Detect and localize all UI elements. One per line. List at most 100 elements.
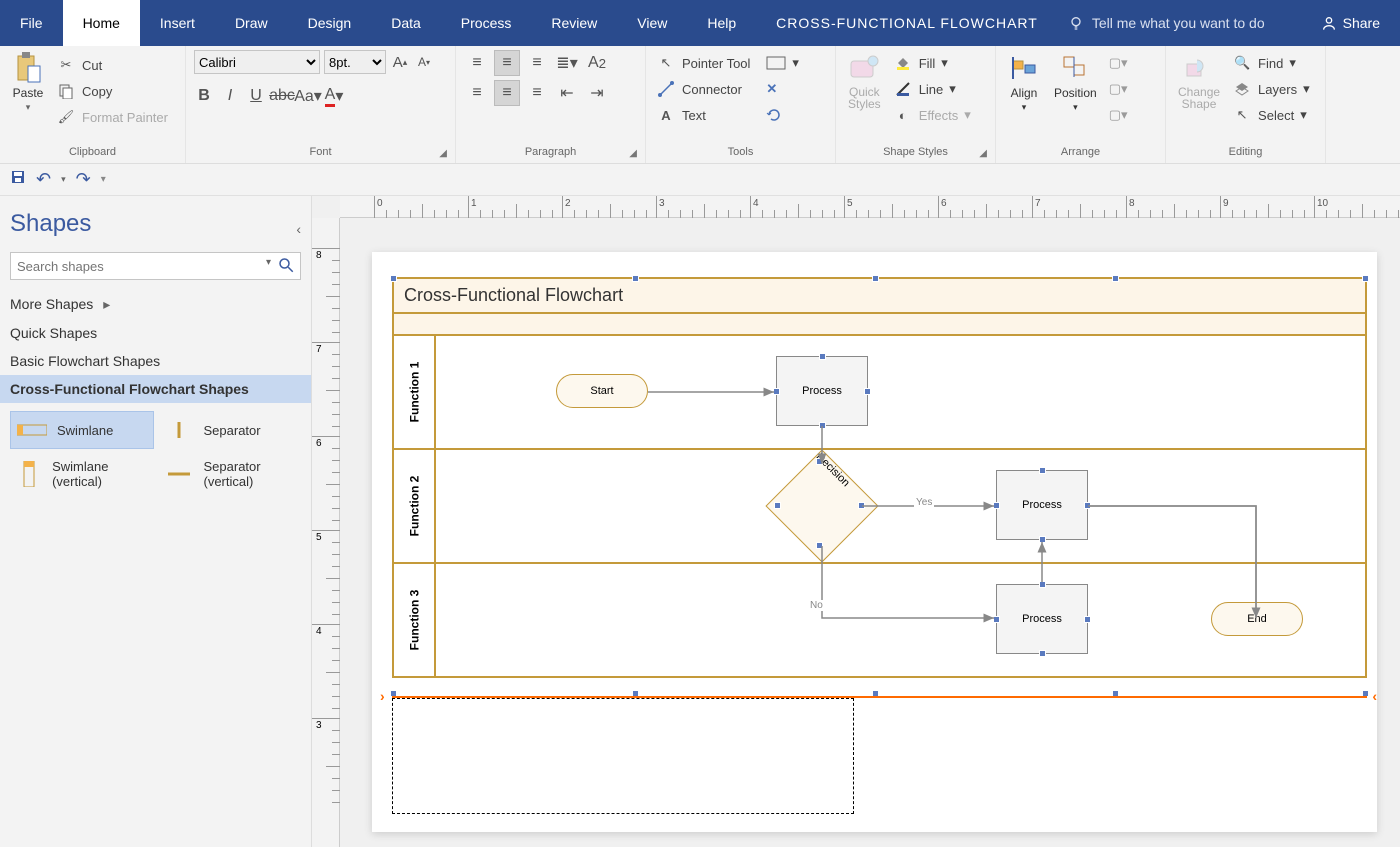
bold-button[interactable]: B: [194, 86, 214, 106]
stencil-separator[interactable]: Separator: [158, 411, 302, 449]
superscript-button[interactable]: A2: [584, 50, 610, 76]
category-more-shapes[interactable]: More Shapes: [0, 290, 311, 319]
search-icon[interactable]: [277, 256, 295, 279]
shape-styles-dialog-launcher[interactable]: ◢: [979, 147, 987, 161]
bring-front-button[interactable]: ▢▾: [1107, 50, 1130, 76]
increase-font-icon[interactable]: A▴: [390, 52, 410, 72]
collapse-pane-button[interactable]: ‹: [296, 221, 301, 237]
canvas[interactable]: 012345678910 876543 Cross-Functional Flo…: [312, 196, 1400, 847]
category-basic-flowchart[interactable]: Basic Flowchart Shapes: [0, 347, 311, 375]
align-top-left[interactable]: ≡: [464, 50, 490, 76]
tell-me-search[interactable]: Tell me what you want to do: [1068, 15, 1265, 31]
indent-button[interactable]: ⇥: [584, 80, 610, 106]
font-family-select[interactable]: Calibri: [194, 50, 320, 74]
save-button[interactable]: [10, 169, 26, 190]
stencil-swimlane[interactable]: Swimlane: [10, 411, 154, 449]
text-tool-button[interactable]: AText: [654, 102, 752, 128]
tab-insert[interactable]: Insert: [140, 0, 215, 46]
connection-point-button[interactable]: ✕: [764, 76, 801, 102]
redo-button[interactable]: ↷: [76, 169, 91, 190]
share-button[interactable]: Share: [1301, 15, 1400, 31]
fill-icon: [893, 53, 913, 73]
tab-help[interactable]: Help: [687, 0, 756, 46]
cut-button[interactable]: ✂Cut: [54, 52, 170, 78]
tab-view[interactable]: View: [617, 0, 687, 46]
arrange-group-label: Arrange: [1004, 145, 1157, 163]
stencil-swimlane-vertical[interactable]: Swimlane (vertical): [10, 453, 154, 495]
group-button[interactable]: ▢▾: [1107, 102, 1130, 128]
share-icon: [1321, 15, 1337, 31]
drop-marker-left: ›: [380, 688, 385, 704]
font-color-button[interactable]: A▾: [324, 86, 344, 106]
lane-1-label[interactable]: Function 1: [394, 336, 436, 448]
paragraph-dialog-launcher[interactable]: ◢: [629, 147, 637, 161]
lane-1[interactable]: Function 1 Start Process: [394, 336, 1365, 450]
lane-2[interactable]: Function 2 Decision Process: [394, 450, 1365, 564]
rotate-button[interactable]: [764, 102, 801, 128]
swimlane-title[interactable]: Cross-Functional Flowchart: [394, 279, 1365, 314]
connector-tool-button[interactable]: Connector: [654, 76, 752, 102]
align-button[interactable]: Align▾: [1004, 50, 1044, 115]
select-button[interactable]: ↖Select ▾: [1230, 102, 1312, 128]
category-cross-functional[interactable]: Cross-Functional Flowchart Shapes: [0, 375, 311, 403]
search-dropdown[interactable]: ▾: [266, 257, 271, 268]
bullets-button[interactable]: ≣▾: [554, 50, 580, 76]
italic-button[interactable]: I: [220, 86, 240, 106]
paste-button[interactable]: Paste ▾: [8, 50, 48, 115]
position-button[interactable]: Position▾: [1050, 50, 1101, 115]
find-button[interactable]: 🔍Find ▾: [1230, 50, 1312, 76]
category-quick-shapes[interactable]: Quick Shapes: [0, 319, 311, 347]
swimlane-container[interactable]: Cross-Functional Flowchart Function 1 St…: [392, 277, 1367, 678]
tab-data[interactable]: Data: [371, 0, 441, 46]
lane-2-label[interactable]: Function 2: [394, 450, 436, 562]
stencil-separator-vertical[interactable]: Separator (vertical): [158, 453, 302, 495]
case-button[interactable]: Aa▾: [298, 86, 318, 106]
end-shape[interactable]: End: [1211, 602, 1303, 636]
align-top-right[interactable]: ≡: [524, 50, 550, 76]
tab-process[interactable]: Process: [441, 0, 532, 46]
format-painter-button[interactable]: 🖌Format Painter: [54, 104, 170, 130]
effects-button[interactable]: ◐Effects ▾: [891, 102, 973, 128]
quick-styles-button[interactable]: Quick Styles: [844, 50, 885, 112]
outdent-button[interactable]: ⇤: [554, 80, 580, 106]
save-icon: [10, 169, 26, 185]
phase-bar[interactable]: [394, 314, 1365, 336]
drawing-page[interactable]: Cross-Functional Flowchart Function 1 St…: [372, 252, 1377, 832]
qat-customize[interactable]: ▾: [101, 174, 106, 185]
line-icon: [893, 79, 913, 99]
lane-3-label[interactable]: Function 3: [394, 564, 436, 676]
process-3-shape[interactable]: Process: [996, 584, 1088, 654]
strike-button[interactable]: abc: [272, 86, 292, 106]
lane-3[interactable]: Function 3 Process End No: [394, 564, 1365, 676]
undo-button[interactable]: ↶: [36, 169, 51, 190]
find-icon: 🔍: [1232, 53, 1252, 73]
tab-design[interactable]: Design: [288, 0, 372, 46]
quick-access-toolbar: ↶▾ ↷ ▾: [0, 164, 1400, 196]
fill-rect-button[interactable]: ▾: [764, 50, 801, 76]
align-left[interactable]: ≡: [464, 80, 490, 106]
fill-button[interactable]: Fill ▾: [891, 50, 973, 76]
align-center[interactable]: ≡: [494, 80, 520, 106]
tab-file[interactable]: File: [0, 0, 63, 46]
tab-draw[interactable]: Draw: [215, 0, 288, 46]
tab-home[interactable]: Home: [63, 0, 140, 46]
copy-button[interactable]: Copy: [54, 78, 170, 104]
decision-shape[interactable]: Decision: [782, 466, 862, 546]
align-right[interactable]: ≡: [524, 80, 550, 106]
change-shape-button[interactable]: Change Shape: [1174, 50, 1224, 112]
pointer-tool-button[interactable]: ↖Pointer Tool: [654, 50, 752, 76]
document-title: CROSS-FUNCTIONAL FLOWCHART: [776, 15, 1038, 31]
font-size-select[interactable]: 8pt.: [324, 50, 386, 74]
shapes-search-input[interactable]: [10, 252, 301, 280]
send-back-button[interactable]: ▢▾: [1107, 76, 1130, 102]
process-1-shape[interactable]: Process: [776, 356, 868, 426]
tab-review[interactable]: Review: [531, 0, 617, 46]
start-shape[interactable]: Start: [556, 374, 648, 408]
line-button[interactable]: Line ▾: [891, 76, 973, 102]
process-2-shape[interactable]: Process: [996, 470, 1088, 540]
align-top-center[interactable]: ≡: [494, 50, 520, 76]
underline-button[interactable]: U: [246, 86, 266, 106]
font-dialog-launcher[interactable]: ◢: [439, 147, 447, 161]
decrease-font-icon[interactable]: A▾: [414, 52, 434, 72]
layers-button[interactable]: Layers ▾: [1230, 76, 1312, 102]
